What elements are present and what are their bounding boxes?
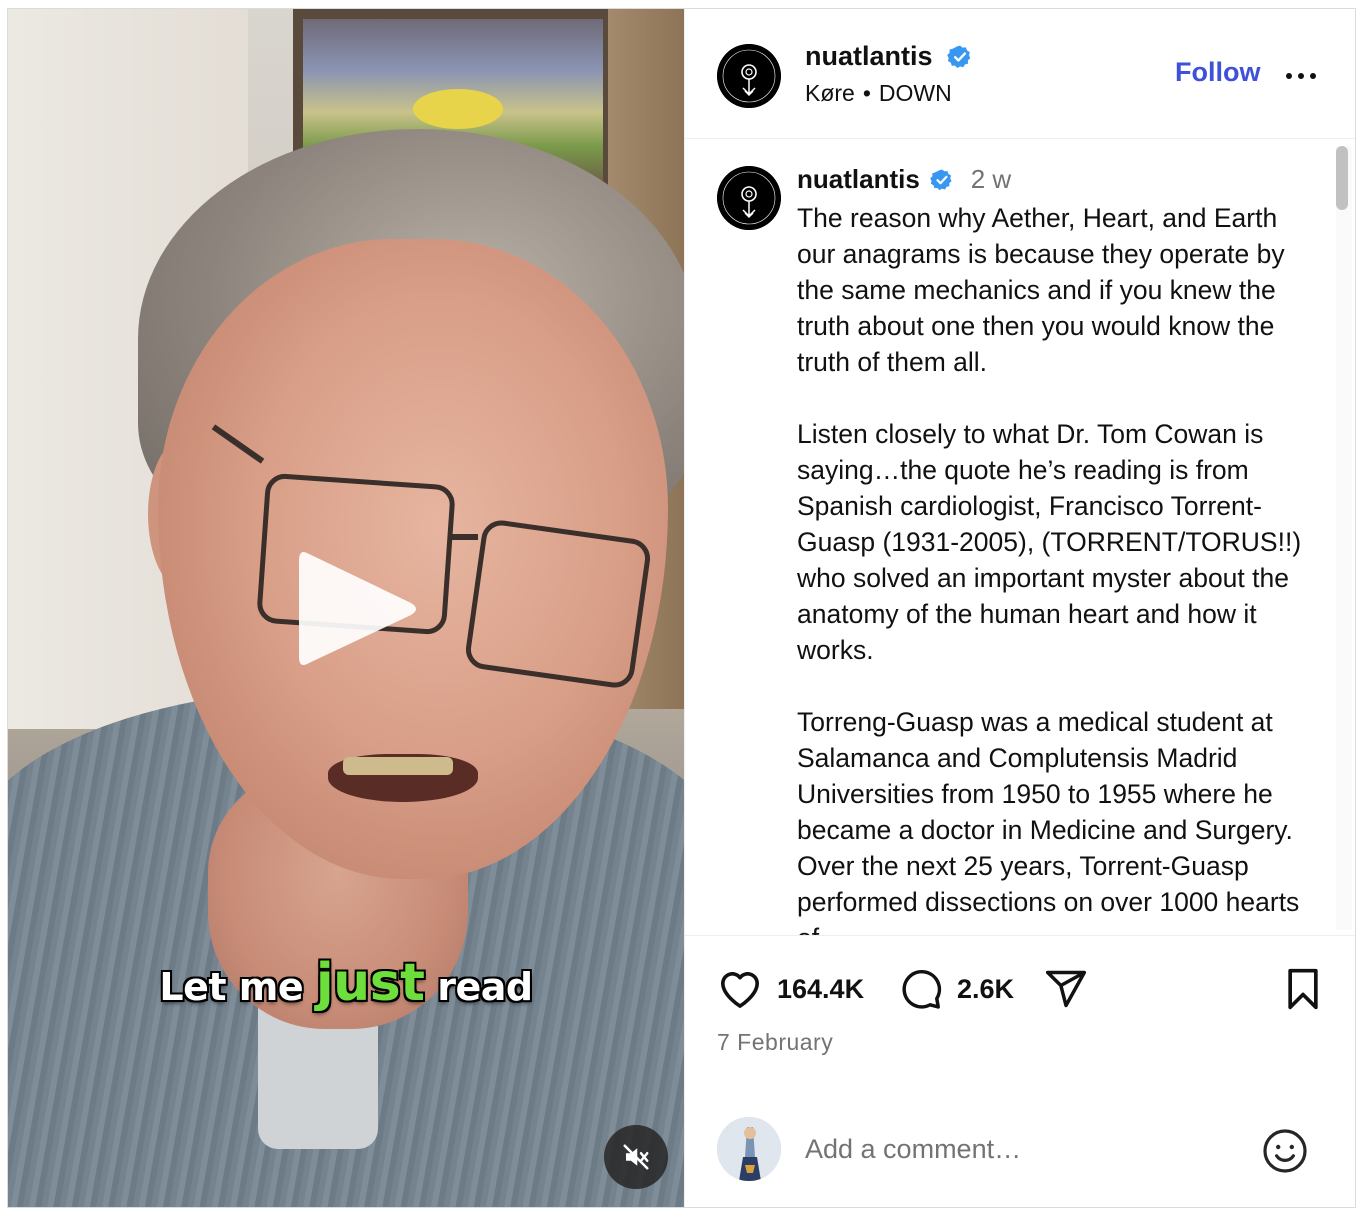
current-user-avatar [717, 1117, 781, 1181]
save-button[interactable] [1283, 967, 1323, 1016]
caption-scrollbar-thumb[interactable] [1336, 146, 1348, 210]
caption-scrollbar[interactable] [1336, 146, 1352, 930]
caption-text: The reason why Aether, Heart, and Earth … [797, 203, 1302, 935]
caption-username[interactable]: nuatlantis [797, 164, 920, 195]
caption-section[interactable]: nuatlantis 2 w The reason why Aether, He… [685, 140, 1355, 936]
more-options-icon [1286, 73, 1316, 79]
audio-track[interactable]: Køre • DOWN [805, 80, 952, 107]
share-button[interactable] [1043, 967, 1089, 1016]
comment-composer [685, 1109, 1355, 1189]
action-bar: 164.4K 2.6K [685, 936, 1355, 1016]
verified-badge-icon [947, 45, 971, 68]
caption-header: nuatlantis 2 w [797, 164, 1011, 195]
video-subtitle: Let me just read [159, 953, 533, 1013]
follow-button[interactable]: Follow [1175, 57, 1260, 88]
like-count[interactable]: 164.4K [777, 974, 864, 1005]
account-avatar[interactable] [717, 44, 781, 108]
play-icon [299, 552, 416, 665]
account-username[interactable]: nuatlantis [805, 41, 933, 72]
more-options-button[interactable] [1283, 61, 1319, 91]
post-dialog: Let me just read nuatlantis Køre • DOWN … [7, 8, 1356, 1208]
comment-icon [902, 969, 942, 1009]
post-time-ago[interactable]: 2 w [971, 164, 1011, 194]
comment-count[interactable]: 2.6K [957, 974, 1014, 1005]
share-icon [1045, 970, 1087, 1008]
bookmark-icon [1288, 968, 1318, 1010]
comment-button[interactable] [899, 967, 943, 1016]
heart-icon [721, 972, 759, 1008]
user-photo-icon [717, 1117, 781, 1181]
play-button[interactable] [291, 539, 421, 679]
nuatlantis-logo-icon [717, 44, 781, 108]
post-date[interactable]: 7 February [717, 1029, 833, 1056]
emoji-icon [1263, 1129, 1307, 1173]
post-side-panel: nuatlantis Køre • DOWN Follow nuatlantis… [684, 9, 1355, 1207]
mute-toggle-button[interactable] [604, 1125, 668, 1189]
muted-speaker-icon [623, 1144, 649, 1170]
emoji-picker-button[interactable] [1261, 1127, 1309, 1180]
comment-input[interactable] [805, 1129, 1225, 1169]
nuatlantis-logo-icon [717, 166, 781, 230]
verified-badge-icon [930, 169, 952, 190]
post-header: nuatlantis Køre • DOWN Follow [685, 9, 1355, 139]
like-button[interactable] [717, 967, 763, 1014]
caption-author-avatar[interactable] [717, 166, 781, 230]
video-player[interactable]: Let me just read [8, 9, 684, 1207]
